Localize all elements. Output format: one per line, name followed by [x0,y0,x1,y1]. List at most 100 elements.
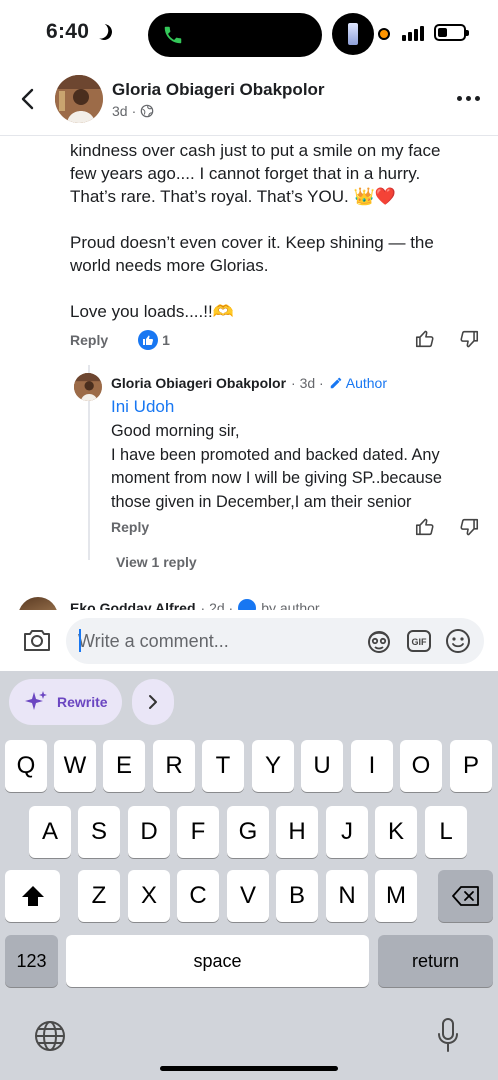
key-row-3: Z X C V B N M [0,870,498,922]
shift-arrow-icon [21,886,44,906]
key-y[interactable]: Y [252,740,294,792]
more-suggestions-button[interactable] [131,679,174,725]
like-count: 1 [162,332,170,348]
key-z[interactable]: Z [78,870,120,922]
thumbs-down-icon[interactable] [458,516,480,538]
reply-author-name[interactable]: Gloria Obiageri Obakpolor [111,375,286,391]
microphone-icon[interactable] [436,1017,460,1053]
globe-icon[interactable] [34,1020,66,1052]
key-q[interactable]: Q [5,740,47,792]
back-chevron-icon[interactable] [16,87,40,111]
comment-actions: Reply 1 [70,330,170,350]
reply-reply-button[interactable]: Reply [111,519,149,535]
comment-author-name[interactable]: Eko Godday Alfred [70,600,196,610]
pencil-icon [330,377,341,389]
key-m[interactable]: M [375,870,417,922]
space-key[interactable]: space [66,935,369,987]
dynamic-island[interactable] [148,13,322,57]
avatar-sticker-icon[interactable] [366,628,392,654]
key-p[interactable]: P [450,740,492,792]
key-row-4: 123 space return [0,935,498,987]
chevron-right-icon [148,695,157,709]
mention-link[interactable]: Ini Udoh [111,397,174,417]
comments-thread: kindness over cash just to put a smile o… [0,137,498,610]
key-a[interactable]: A [29,806,71,858]
comment-age: · 2d · [200,600,234,610]
delete-key[interactable] [438,870,493,922]
key-d[interactable]: D [128,806,170,858]
backspace-icon [451,886,479,906]
reply-button[interactable]: Reply [70,332,108,348]
key-n[interactable]: N [326,870,368,922]
reply-age: · 3d · [291,375,324,391]
ios-keyboard: Rewrite Q W E R T Y U I O P A S D F G H … [0,671,498,1080]
flashlight-indicator-icon [332,13,374,55]
reply-line: moment from now I will be giving SP..bec… [111,469,442,487]
battery-icon [434,24,469,41]
comment-line: few years ago.... I cannot forget that i… [70,164,421,183]
key-l[interactable]: L [425,806,467,858]
key-k[interactable]: K [375,806,417,858]
comment-input[interactable] [78,618,358,664]
reply-text: Good morning sir, I have been promoted a… [111,420,481,514]
thumbs-down-icon[interactable] [458,328,480,350]
mic-in-use-indicator-icon [378,28,390,40]
author-label: Author [345,375,387,391]
key-h[interactable]: H [276,806,318,858]
comment-line: world needs more Glorias. [70,256,269,275]
reply-avatar[interactable] [74,373,102,401]
numbers-key[interactable]: 123 [5,935,58,987]
key-g[interactable]: G [227,806,269,858]
camera-icon[interactable] [22,626,52,654]
suggestion-bar: Rewrite [9,679,174,725]
reply-line: Good morning sir, [111,422,240,440]
sparkle-icon [25,691,47,710]
avatar[interactable] [18,597,58,610]
cellular-signal-icon [402,26,424,41]
comment-text-block-3: Love you loads....!!🫶 [70,302,234,321]
thumbs-up-icon[interactable] [414,328,436,350]
key-u[interactable]: U [301,740,343,792]
reply-header: Gloria Obiageri Obakpolor · 3d · Author [111,375,387,391]
reply-actions: Reply [111,519,149,535]
thumbs-up-icon[interactable] [414,516,436,538]
comment-text-block-1: kindness over cash just to put a smile o… [70,139,470,208]
reply-line: I have been promoted and backed dated. A… [111,445,440,464]
more-options-icon[interactable] [457,96,480,101]
status-time: 6:40 [46,20,90,43]
avatar[interactable] [55,75,103,123]
phone-call-icon [162,24,184,46]
key-x[interactable]: X [128,870,170,922]
status-bar: 6:40 [0,0,498,70]
key-i[interactable]: I [351,740,393,792]
rewrite-label: Rewrite [57,694,108,710]
post-age: 3d [112,103,128,119]
key-j[interactable]: J [326,806,368,858]
return-key[interactable]: return [378,935,493,987]
shift-key[interactable] [5,870,60,922]
view-replies-link[interactable]: View 1 reply [116,554,197,570]
emoji-icon[interactable] [445,628,471,654]
rewrite-button[interactable]: Rewrite [9,679,122,725]
comment-line: Proud doesn’t even cover it. Keep shinin… [70,233,434,252]
key-f[interactable]: F [177,806,219,858]
key-t[interactable]: T [202,740,244,792]
comment-input-container[interactable]: GIF [66,618,484,664]
key-s[interactable]: S [78,806,120,858]
author-name[interactable]: Gloria Obiageri Obakpolor [112,80,325,100]
home-indicator[interactable] [160,1066,338,1071]
next-comment-header: Eko Godday Alfred · 2d · by author [18,597,488,610]
key-v[interactable]: V [227,870,269,922]
key-w[interactable]: W [54,740,96,792]
key-e[interactable]: E [103,740,145,792]
focus-moon-icon [94,22,115,43]
gif-icon[interactable]: GIF [406,628,432,654]
key-row-1: Q W E R T Y U I O P [0,740,498,792]
globe-icon [140,104,154,118]
key-o[interactable]: O [400,740,442,792]
key-b[interactable]: B [276,870,318,922]
comment-text-block-2: Proud doesn’t even cover it. Keep shinin… [70,231,470,277]
like-badge-icon[interactable] [138,330,159,350]
key-r[interactable]: R [153,740,195,792]
key-c[interactable]: C [177,870,219,922]
